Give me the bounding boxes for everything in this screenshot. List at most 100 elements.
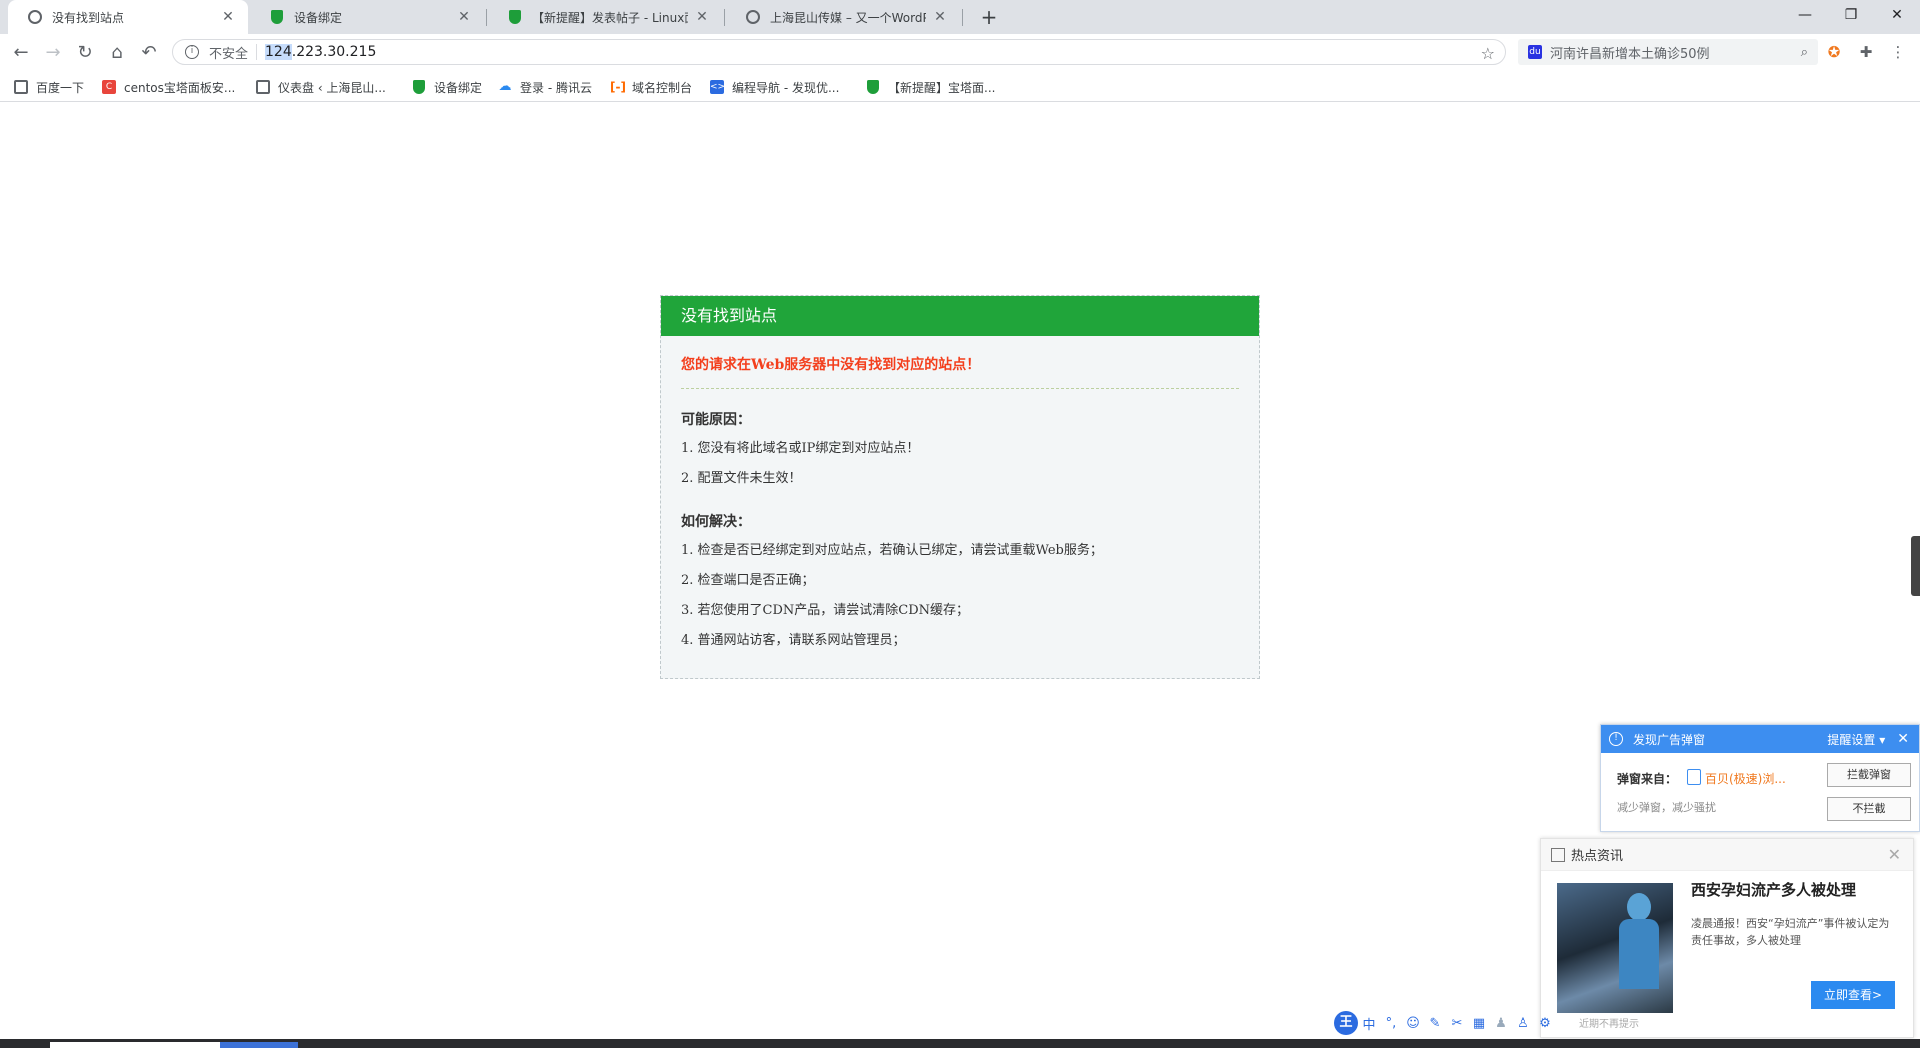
c-logo-icon: C (102, 80, 116, 94)
close-icon[interactable]: ✕ (694, 9, 710, 25)
close-icon[interactable]: ✕ (220, 9, 236, 25)
chevron-down-icon: ▾ (1879, 732, 1886, 747)
document-icon (1687, 769, 1701, 785)
allow-popup-button[interactable]: 不拦截 (1827, 797, 1911, 821)
solution-item: 3. 若您使用了CDN产品，请尝试清除CDN缓存； (681, 603, 970, 618)
security-label[interactable]: 不安全 (209, 43, 248, 62)
keyboard-icon[interactable]: ▦ (1468, 1016, 1490, 1031)
tab-new-post[interactable]: 【新提醒】发表帖子 - Linux面板 ✕ (488, 0, 722, 34)
reload-icon[interactable]: ↻ (72, 40, 98, 66)
reason-item: 2. 配置文件未生效！ (681, 471, 802, 486)
news-description: 凌晨通报！西安“孕妇流产”事件被认定为责任事故，多人被处理 (1691, 917, 1890, 947)
baidu-paw-icon: du (1528, 45, 1542, 59)
tab-wordpress[interactable]: 上海昆山传媒 – 又一个WordPress ✕ (726, 0, 960, 34)
view-now-button[interactable]: 立即查看> (1811, 981, 1895, 1009)
puzzle-extension-icon[interactable]: ✚ (1854, 40, 1878, 64)
forward-arrow-icon[interactable]: → (40, 40, 66, 66)
search-suggestion[interactable]: 河南许昌新增本土确诊50例 (1550, 43, 1801, 62)
news-heading: 热点资讯 (1571, 849, 1624, 864)
gear-icon[interactable]: ⚙ (1534, 1016, 1556, 1031)
alert-icon: ! (1609, 732, 1623, 746)
bookmark-item[interactable]: ☁ 登录 - 腾讯云 (498, 78, 592, 96)
close-icon[interactable]: ✕ (1888, 845, 1901, 864)
news-headline[interactable]: 西安孕妇流产多人被处理 (1691, 879, 1856, 900)
user-icon[interactable]: ♟ (1490, 1016, 1512, 1031)
error-title: 您的请求在Web服务器中没有找到对应的站点！ (681, 354, 1239, 389)
tab-separator (486, 9, 487, 26)
url-text[interactable]: 124.223.30.215 (265, 44, 376, 60)
bookmark-label: 登录 - 腾讯云 (520, 80, 592, 95)
globe-icon (746, 10, 760, 24)
bookmark-item[interactable]: 仪表盘 ‹ 上海昆山... (256, 78, 386, 96)
bookmark-item[interactable]: C centos宝塔面板安... (102, 78, 235, 96)
globe-icon (28, 10, 42, 24)
minimize-icon[interactable]: — (1782, 0, 1828, 30)
pen-icon[interactable]: ✎ (1424, 1016, 1446, 1031)
bookmark-item[interactable]: 设备绑定 (412, 78, 482, 96)
tab-device-binding[interactable]: 设备绑定 ✕ (250, 0, 484, 34)
bookmark-item[interactable]: 百度一下 (14, 78, 84, 96)
shield-icon (270, 10, 284, 24)
tab-strip: 没有找到站点 ✕ 设备绑定 ✕ 【新提醒】发表帖子 - Linux面板 ✕ 上海… (0, 0, 1920, 34)
new-tab-plus-icon[interactable]: + (976, 4, 1002, 30)
close-icon[interactable]: ✕ (932, 9, 948, 25)
search-box[interactable]: du 河南许昌新增本土确诊50例 ⌕ (1518, 39, 1818, 65)
back-arrow-icon[interactable]: ← (8, 40, 34, 66)
aliyun-icon: [-] (610, 80, 626, 94)
gamepad-extension-icon[interactable]: ✪ (1822, 40, 1846, 64)
bookmark-label: 百度一下 (36, 80, 85, 95)
address-bar[interactable]: i 不安全 124.223.30.215 ☆ (172, 39, 1506, 65)
tab-site-not-found[interactable]: 没有找到站点 ✕ (8, 0, 248, 34)
reminder-settings-button[interactable]: 提醒设置 ▾ (1827, 731, 1885, 748)
tab-title: 设备绑定 (294, 10, 343, 25)
taskbar-item-active[interactable] (220, 1042, 298, 1048)
url-selection: 124 (265, 44, 292, 60)
tab-separator (962, 9, 963, 26)
undo-icon[interactable]: ↶ (136, 40, 162, 66)
emoji-icon[interactable]: ☺ (1402, 1016, 1424, 1031)
reason-item: 1. 您没有将此域名或IP绑定到对应站点！ (681, 441, 920, 456)
tab-title: 没有找到站点 (52, 10, 125, 25)
bookmark-item[interactable]: [-] 域名控制台 (610, 78, 692, 96)
news-header: 热点资讯 ✕ (1541, 839, 1913, 871)
bookmark-star-icon[interactable]: ☆ (1481, 44, 1495, 63)
hot-news-popup: 热点资讯 ✕ 西安孕妇流产多人被处理 凌晨通报！西安“孕妇流产”事件被认定为责任… (1540, 838, 1914, 1038)
restore-icon[interactable]: ❐ (1828, 0, 1874, 30)
side-handle[interactable] (1911, 536, 1920, 596)
skin-icon[interactable]: ♙ (1512, 1016, 1534, 1031)
taskbar-item[interactable] (50, 1042, 220, 1048)
ime-logo-icon[interactable]: 王 (1334, 1011, 1358, 1035)
info-icon[interactable]: i (185, 45, 199, 59)
chinese-mode-icon[interactable]: 中 (1358, 1014, 1380, 1033)
bookmark-label: centos宝塔面板安... (124, 80, 236, 95)
news-icon (1551, 847, 1565, 862)
ime-toolbar: 王 中 °, ☺ ✎ ✂ ▦ ♟ ♙ ⚙ (1334, 1010, 1578, 1036)
popup-source-value: 百贝(极速)浏... (1705, 772, 1786, 786)
shield-icon (866, 80, 880, 94)
home-icon[interactable]: ⌂ (104, 40, 130, 66)
shield-icon (412, 80, 426, 94)
popup-header: ! 发现广告弹窗 提醒设置 ▾ ✕ (1601, 725, 1919, 753)
settings-label: 提醒设置 (1827, 732, 1876, 747)
block-popup-button[interactable]: 拦截弹窗 (1827, 763, 1911, 787)
search-icon[interactable]: ⌕ (1801, 45, 1808, 60)
window-close-icon[interactable]: ✕ (1874, 0, 1920, 30)
punctuation-icon[interactable]: °, (1380, 1016, 1402, 1031)
close-icon[interactable]: ✕ (1897, 731, 1909, 747)
solution-item: 1. 检查是否已经绑定到对应站点，若确认已绑定，请尝试重载Web服务； (681, 543, 1103, 558)
bookmark-label: 编程导航 - 发现优... (732, 80, 840, 95)
thumbnail-figure-body (1619, 919, 1659, 989)
bookmark-item[interactable]: 【新提醒】宝塔面... (866, 78, 995, 96)
bookmark-item[interactable]: <> 编程导航 - 发现优... (710, 78, 839, 96)
close-icon[interactable]: ✕ (456, 9, 472, 25)
menu-kebab-icon[interactable]: ⋮ (1886, 40, 1910, 64)
scissors-icon[interactable]: ✂ (1446, 1016, 1468, 1031)
url-rest: .223.30.215 (291, 44, 377, 60)
dont-remind-link[interactable]: 近期不再提示 (1579, 1015, 1639, 1030)
tab-title: 【新提醒】发表帖子 - Linux面板 (532, 10, 688, 25)
news-thumbnail[interactable] (1557, 883, 1673, 1013)
tab-separator (724, 9, 725, 26)
globe-icon (256, 80, 270, 94)
popup-source-label: 弹窗来自： (1617, 772, 1678, 786)
reasons-heading: 可能原因： (681, 412, 751, 428)
